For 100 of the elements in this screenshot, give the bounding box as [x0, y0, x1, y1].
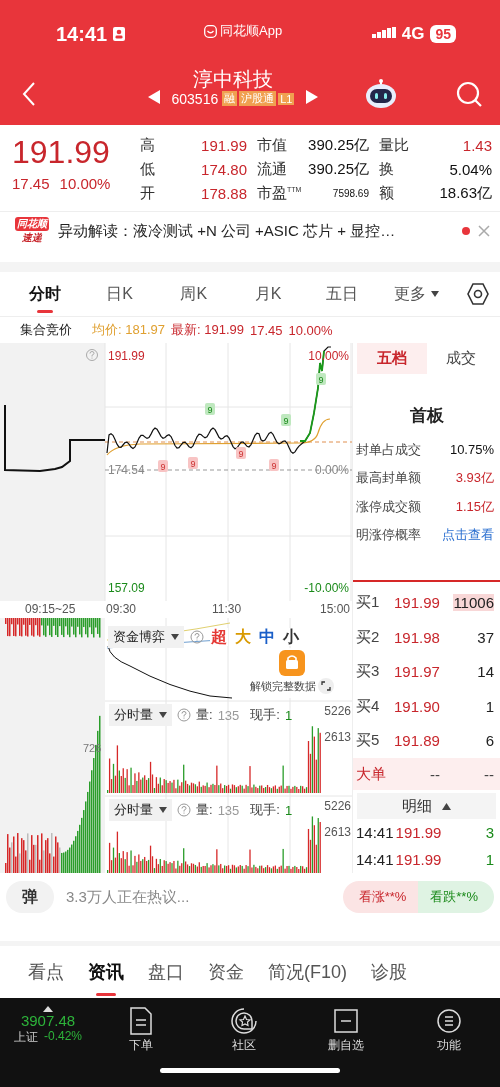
- bid-level: 买4: [356, 696, 381, 716]
- index-value[interactable]: 3907.48: [20, 1012, 76, 1029]
- stock-tag: 沪股通: [239, 91, 277, 107]
- board-label: 封单占成交: [356, 440, 421, 459]
- detail-toggle[interactable]: 明细: [357, 793, 496, 819]
- auction-label: 集合竞价: [20, 321, 72, 339]
- index-change: -0.42%: [44, 1029, 82, 1045]
- stat-value: 5.04%: [449, 160, 492, 178]
- toolbar-button[interactable]: 功能: [397, 1006, 500, 1055]
- chart-tab[interactable]: 五日: [305, 272, 380, 316]
- app-name: 同花顺App: [220, 22, 283, 40]
- stat-label: 低: [140, 159, 155, 179]
- bid-level: 买3: [356, 662, 381, 682]
- signal-badge: 9: [281, 414, 291, 426]
- bid-volume: 1: [485, 697, 494, 715]
- unlock-text[interactable]: 解锁完整数据: [250, 678, 316, 694]
- hand-label: 现手:: [250, 706, 280, 724]
- bid-volume: 37: [477, 628, 494, 646]
- latest-price: 最新: 191.99: [171, 321, 244, 339]
- bullet-comment-button[interactable]: 弹: [6, 881, 54, 913]
- board-value: 3.93亿: [455, 469, 494, 488]
- big-order-volume: --: [484, 765, 494, 783]
- info-tab[interactable]: 资金: [198, 946, 254, 998]
- info-tab[interactable]: 简况(F10): [258, 946, 357, 998]
- stock-tag: L1: [278, 92, 295, 105]
- legend-label: 中: [258, 628, 276, 646]
- stat-value: 18.63亿: [439, 183, 492, 203]
- stat-value: 1.43: [462, 136, 492, 154]
- book-tab[interactable]: 成交: [426, 343, 496, 375]
- bid-volume: 6: [485, 732, 494, 750]
- big-order-label: 大单: [356, 764, 386, 784]
- stat-value: 390.25亿: [308, 135, 369, 155]
- stat-value: 178.88: [201, 184, 247, 202]
- signal-badge: 9: [236, 447, 246, 459]
- indicator-selector[interactable]: 分时量: [109, 704, 172, 726]
- chart-tab[interactable]: 月K: [231, 272, 306, 316]
- volume-value: 135: [217, 802, 240, 818]
- bearish-button[interactable]: 看跌**%: [418, 881, 494, 913]
- stat-label: 开: [140, 183, 155, 203]
- toolbar-button[interactable]: 删自选: [295, 1006, 398, 1055]
- board-label: 最高封单额: [356, 469, 421, 488]
- bid-price: 191.90: [394, 697, 441, 715]
- volume-label: 量:: [196, 706, 213, 724]
- latest-percent: 10.00%: [288, 322, 333, 338]
- chart-tab[interactable]: 分时: [8, 272, 83, 316]
- legend-label: 小: [282, 628, 300, 646]
- stat-label: 量比: [379, 135, 409, 155]
- latest-change: 17.45: [250, 322, 283, 338]
- trade-price: 191.99: [395, 851, 442, 868]
- news-badge: 同花顺 速递: [14, 217, 50, 245]
- network-label: 4G: [401, 24, 425, 45]
- axis-label: 0.00%: [314, 463, 349, 477]
- indicator-selector[interactable]: 分时量: [109, 799, 172, 821]
- book-tab[interactable]: 五档: [357, 343, 427, 375]
- board-title: 首板: [408, 405, 445, 428]
- bid-volume: 11006: [453, 594, 494, 612]
- trade-volume: 3: [485, 824, 494, 841]
- stat-label: 市值: [257, 135, 287, 155]
- hand-label: 现手:: [250, 801, 280, 819]
- bid-level: 买2: [356, 627, 381, 647]
- info-tab[interactable]: 盘口: [138, 946, 194, 998]
- board-value[interactable]: 点击查看: [442, 526, 494, 545]
- signal-badge: 9: [269, 459, 279, 471]
- chart-tab[interactable]: 周K: [156, 272, 231, 316]
- news-headline[interactable]: 异动解读：液冷测试 +N 公司 +ASIC 芯片 + 显控…: [58, 221, 454, 241]
- stat-value: 390.25亿: [308, 159, 369, 179]
- info-tab[interactable]: 诊股: [361, 946, 417, 998]
- toolbar-button[interactable]: 下单: [90, 1006, 193, 1055]
- board-value: 1.15亿: [455, 497, 494, 516]
- bid-level: 买1: [356, 593, 381, 613]
- stat-label: 市盈$^{TTM}$: [257, 183, 302, 203]
- axis-label: 2613: [324, 730, 351, 744]
- chart-tab[interactable]: 日K: [82, 272, 157, 316]
- chart-tab[interactable]: 更多: [379, 272, 454, 316]
- trade-time: 14:41: [356, 824, 394, 841]
- index-name: 上证: [14, 1029, 38, 1046]
- time-label: 09:15~25: [25, 602, 76, 616]
- battery-level: 95: [430, 25, 456, 44]
- info-tab[interactable]: 资讯: [78, 946, 134, 998]
- stat-label: 高: [140, 135, 155, 155]
- indicator-selector[interactable]: 资金博弈: [108, 626, 184, 648]
- status-time: 14:41: [56, 22, 108, 46]
- signal-badge: 9: [158, 460, 168, 472]
- stock-name: 淳中科技: [193, 66, 273, 91]
- hand-value: 1: [284, 707, 293, 723]
- price-change: 17.45: [12, 175, 50, 192]
- discussion-text[interactable]: 3.3万人正在热议...: [66, 887, 331, 907]
- axis-label: 157.09: [108, 581, 145, 595]
- axis-label: -10.00%: [304, 581, 349, 595]
- toolbar-button[interactable]: 社区: [192, 1006, 295, 1055]
- bid-level: 买5: [356, 731, 381, 751]
- volume-label: 量:: [196, 801, 213, 819]
- stat-label: 换: [379, 159, 394, 179]
- time-label: 09:30: [106, 602, 137, 616]
- current-price: 191.99: [12, 133, 111, 172]
- bullish-button[interactable]: 看涨**%: [342, 881, 419, 913]
- big-order-price: --: [430, 765, 440, 783]
- info-tab[interactable]: 看点: [18, 946, 74, 998]
- stock-tag: 融: [222, 91, 238, 107]
- average-price: 均价: 181.97: [92, 321, 165, 339]
